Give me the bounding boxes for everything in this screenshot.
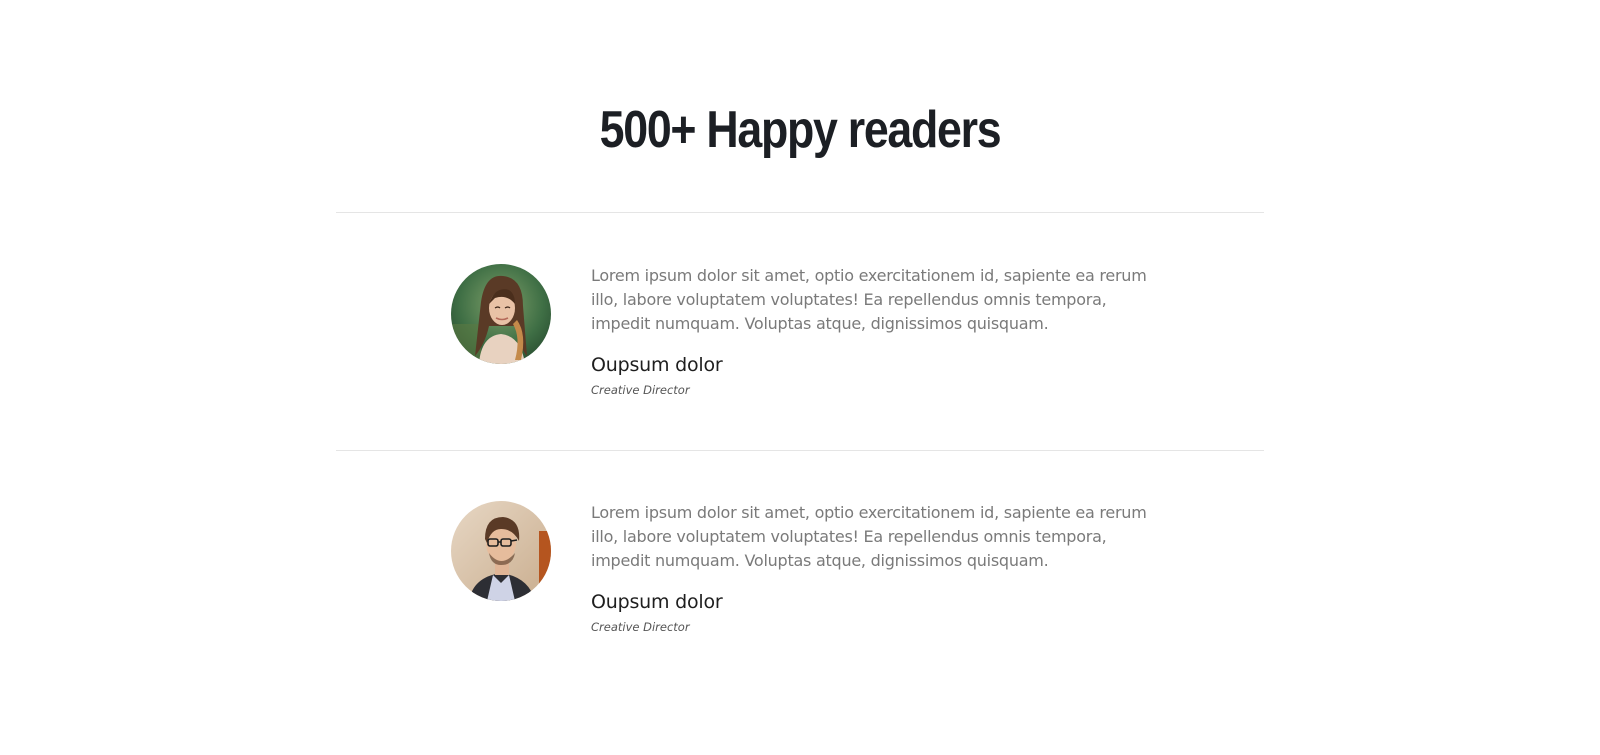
woman-portrait-icon: [451, 264, 551, 364]
author-role: Creative Director: [591, 383, 690, 397]
author-role: Creative Director: [591, 620, 690, 634]
testimonial-item: Lorem ipsum dolor sit amet, optio exerci…: [451, 264, 1171, 404]
testimonial-quote: Lorem ipsum dolor sit amet, optio exerci…: [591, 503, 1147, 570]
testimonial-item: Lorem ipsum dolor sit amet, optio exerci…: [451, 501, 1171, 641]
testimonial-quote: Lorem ipsum dolor sit amet, optio exerci…: [591, 266, 1147, 333]
divider: [336, 450, 1264, 451]
author-name: Oupsum dolor: [591, 354, 723, 376]
section-title: 500+ Happy readers: [599, 101, 1002, 159]
man-portrait-icon: [451, 501, 551, 601]
divider: [336, 212, 1264, 213]
avatar: [451, 264, 551, 364]
avatar: [451, 501, 551, 601]
author-name: Oupsum dolor: [591, 591, 723, 613]
